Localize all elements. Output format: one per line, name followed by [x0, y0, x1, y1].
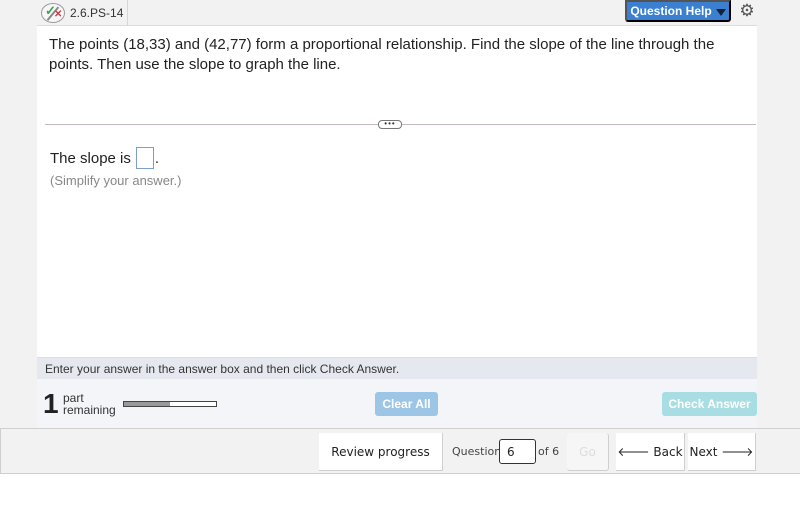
back-button[interactable]: 🡐 Back	[616, 433, 685, 471]
question-help-label: Question Help	[630, 4, 712, 18]
caret-down-icon	[715, 8, 726, 16]
left-gutter	[0, 0, 37, 428]
progress-bar	[123, 401, 217, 407]
question-tab[interactable]: ✓ ✕ 2.6.PS-14	[37, 0, 128, 26]
go-button[interactable]: Go	[567, 433, 609, 471]
expand-handle[interactable]: •••	[378, 120, 402, 129]
check-answer-button[interactable]: Check Answer	[662, 392, 757, 416]
question-number-label: Question	[452, 445, 502, 458]
next-button[interactable]: Next 🡒	[688, 433, 756, 471]
answer-prefix: The slope is	[50, 149, 131, 167]
question-number-input[interactable]	[499, 439, 536, 464]
question-text: The points (18,33) and (42,77) form a pr…	[49, 36, 715, 73]
clear-all-button[interactable]: Clear All	[375, 392, 438, 416]
check-cross-icon: ✓ ✕	[41, 3, 65, 23]
question-content: The points (18,33) and (42,77) form a pr…	[37, 27, 757, 357]
parts-label-line2: remaining	[63, 403, 116, 417]
status-row: 1 part remaining Clear All Check Answer	[37, 379, 757, 428]
parts-label: part remaining	[63, 392, 116, 416]
navigation-bar: Review progress Question of 6 Go 🡐 Back …	[0, 428, 800, 474]
instruction-text: Enter your answer in the answer box and …	[37, 357, 757, 379]
review-progress-button[interactable]: Review progress	[319, 433, 443, 471]
gear-icon[interactable]: ⚙	[737, 1, 757, 21]
parts-count: 1	[43, 388, 59, 419]
question-help-button[interactable]: Question Help	[625, 0, 731, 22]
progress-fill	[124, 402, 170, 406]
question-total-label: of 6	[538, 445, 560, 458]
answer-line: The slope is .	[50, 147, 159, 169]
answer-suffix: .	[154, 149, 160, 167]
slope-answer-input[interactable]	[135, 147, 154, 169]
answer-hint: (Simplify your answer.)	[50, 173, 182, 188]
right-gutter	[757, 0, 800, 428]
question-id: 2.6.PS-14	[70, 6, 124, 20]
